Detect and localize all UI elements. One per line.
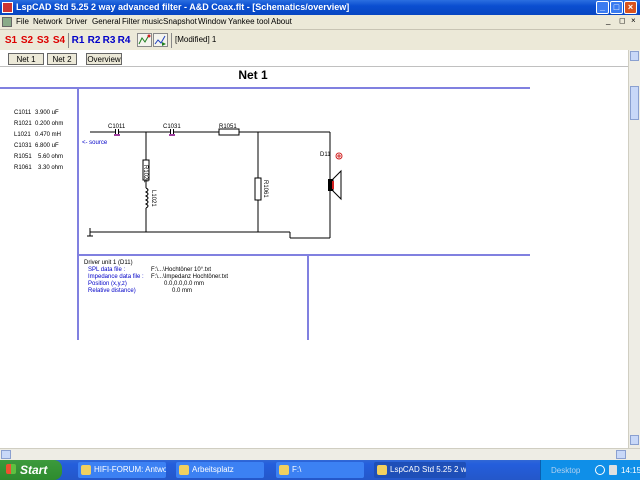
folder-icon — [279, 465, 289, 475]
minimize-button[interactable]: _ — [596, 1, 609, 14]
mdi-restore-button[interactable]: ◻ — [619, 16, 626, 25]
driver-row-value: 0.0,0.0,0.0 mm — [164, 281, 205, 287]
toolbar-separator — [171, 33, 172, 48]
vertical-scrollbar[interactable] — [628, 50, 640, 448]
computer-icon — [179, 465, 189, 475]
toolbar-separator — [68, 33, 69, 48]
window-title: LspCAD Std 5.25 2 way advanced filter - … — [16, 2, 350, 12]
lspcad-icon — [377, 465, 387, 475]
c1031-label[interactable]: C1031 — [163, 124, 181, 130]
mdi-close-button[interactable]: × — [631, 16, 636, 25]
system-tray: Desktop 14:15 — [540, 460, 640, 480]
c1011-marker — [114, 134, 120, 136]
network-icon[interactable] — [595, 465, 605, 475]
menu-network[interactable]: Network — [33, 17, 62, 26]
driver-header: Driver unit 1 (D11) — [84, 260, 133, 266]
task-label: F:\ — [292, 465, 302, 474]
r1021-label[interactable]: R1021 — [142, 165, 148, 183]
task-hifi-forum[interactable]: HIFI-FORUM: Antwor... — [78, 462, 166, 478]
r1051-label[interactable]: R1051 — [219, 124, 237, 130]
driver-info-panel: Driver unit 1 (D11) SPL data file : F:\.… — [84, 260, 304, 340]
start-button[interactable]: Start — [0, 460, 62, 480]
menu-window[interactable]: Window — [198, 17, 226, 26]
menu-bar: File Network Driver General Filter music… — [0, 15, 640, 30]
start-label: Start — [20, 463, 48, 477]
menu-filter-music[interactable]: Filter music — [122, 17, 163, 26]
r1061-label[interactable]: R1061 — [262, 180, 268, 198]
driver-row-label: Impedance data file : — [88, 274, 144, 280]
task-label: HIFI-FORUM: Antwor... — [94, 465, 166, 474]
optimize-run-icon[interactable] — [153, 33, 168, 47]
task-drive-f[interactable]: F:\ — [276, 462, 364, 478]
scroll-down-button[interactable] — [630, 435, 639, 445]
schematic-drawing — [0, 87, 530, 340]
room-button-r3[interactable]: R3 — [102, 33, 116, 48]
driver-row-value: F:\...\Hochtöner 10°.txt — [151, 267, 212, 273]
room-button-r1[interactable]: R1 — [71, 33, 85, 48]
c1031-marker — [169, 134, 175, 136]
menu-about[interactable]: About — [271, 17, 292, 26]
toolbar: S1 S2 S3 S4 R1 R2 R3 R4 [Modified] 1 — [0, 30, 640, 51]
room-button-r4[interactable]: R4 — [117, 33, 131, 48]
vertical-scroll-thumb[interactable] — [630, 86, 639, 120]
taskbar: Start HIFI-FORUM: Antwor... Arbeitsplatz… — [0, 460, 640, 480]
scroll-right-button[interactable] — [616, 450, 626, 459]
desktop-toolbar-label[interactable]: Desktop — [551, 466, 580, 475]
menu-general[interactable]: General — [92, 17, 120, 26]
driver-row-value: 0.0 mm — [172, 288, 193, 294]
volume-icon[interactable] — [609, 465, 617, 475]
section-button-s4[interactable]: S4 — [52, 33, 66, 48]
scroll-up-button[interactable] — [630, 51, 639, 61]
app-icon[interactable] — [2, 2, 13, 13]
section-button-s1[interactable]: S1 — [4, 33, 18, 48]
task-lspcad[interactable]: LspCAD Std 5.25 2 w... — [374, 462, 466, 478]
mdi-minimize-button[interactable]: _ — [606, 16, 610, 25]
maximize-button[interactable]: □ — [610, 1, 623, 14]
room-button-r2[interactable]: R2 — [87, 33, 101, 48]
clock[interactable]: 14:15 — [621, 466, 640, 475]
document-icon[interactable] — [2, 17, 12, 27]
menu-driver[interactable]: Driver — [66, 17, 87, 26]
section-button-s3[interactable]: S3 — [36, 33, 50, 48]
task-arbeitsplatz[interactable]: Arbeitsplatz — [176, 462, 264, 478]
c1011-label[interactable]: C1011 — [108, 124, 125, 130]
driver-row-value: F:\...\Impedanz Hochtöner.txt — [151, 274, 229, 280]
menu-file[interactable]: File — [16, 17, 29, 26]
driver-row-label: Relative distance) — [88, 288, 136, 294]
close-button[interactable]: × — [624, 1, 637, 14]
optimize-icon[interactable] — [137, 33, 152, 47]
scroll-left-button[interactable] — [1, 450, 11, 459]
section-button-s2[interactable]: S2 — [20, 33, 34, 48]
source-label: <- source — [82, 140, 108, 146]
modified-status: [Modified] 1 — [175, 35, 217, 44]
driver-row-label: SPL data file : — [88, 267, 126, 273]
d11-label[interactable]: D11 — [320, 152, 331, 158]
browser-icon — [81, 465, 91, 475]
task-label: Arbeitsplatz — [192, 465, 234, 474]
l1021-label[interactable]: L1021 — [150, 190, 156, 207]
horizontal-scrollbar[interactable] — [0, 448, 640, 460]
task-label: LspCAD Std 5.25 2 w... — [390, 465, 466, 474]
windows-logo-icon — [6, 464, 16, 474]
menu-yankee-tool[interactable]: Yankee tool — [228, 17, 270, 26]
menu-snapshot[interactable]: Snapshot — [163, 17, 197, 26]
schematic-canvas[interactable]: Net 1 Net 2 Overview Net 1 C1011 3.900 u… — [0, 50, 628, 448]
title-bar[interactable]: LspCAD Std 5.25 2 way advanced filter - … — [0, 0, 640, 15]
driver-row-label: Position (x,y,z) — [88, 281, 127, 287]
